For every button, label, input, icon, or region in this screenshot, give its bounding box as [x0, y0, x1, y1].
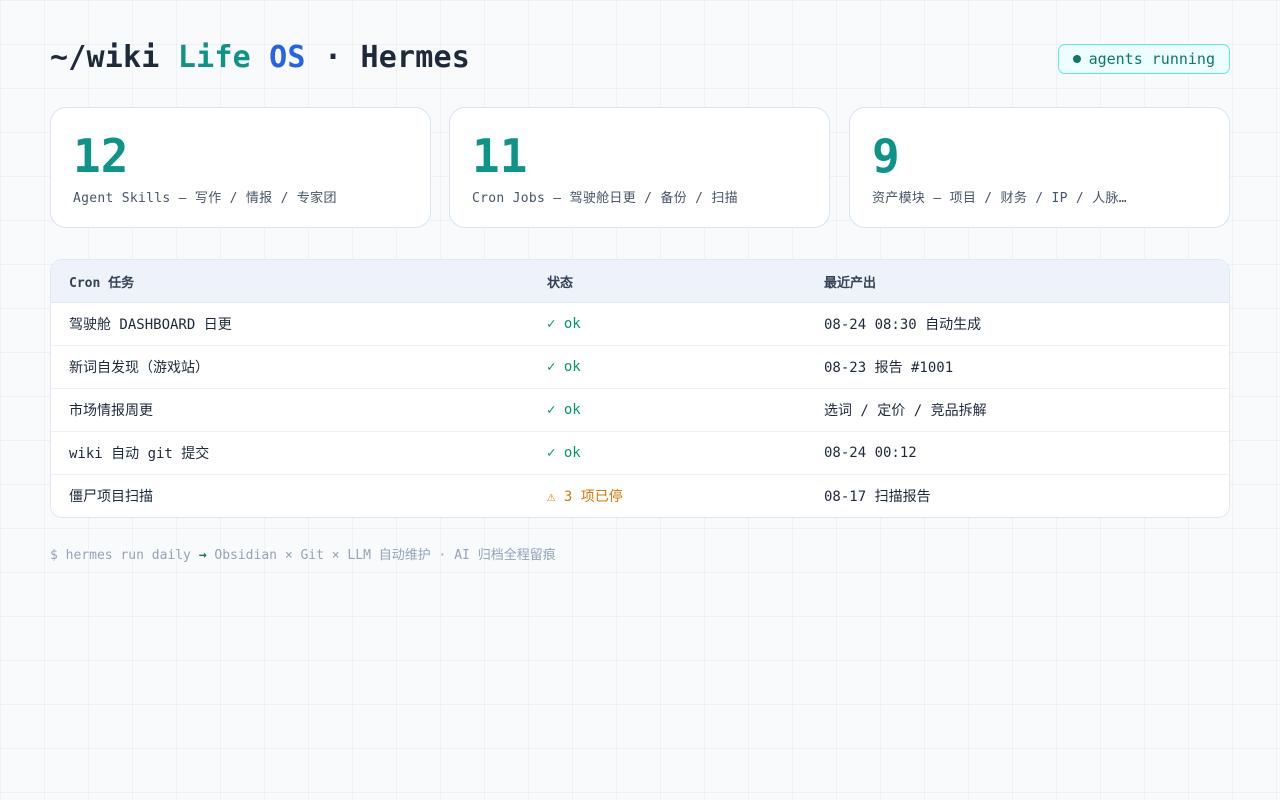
- stat-label: 资产模块 — 项目 / 财务 / IP / 人脉…: [872, 191, 1127, 206]
- title-space: [251, 40, 269, 75]
- status-cell: ⚠ 3 项已停: [547, 489, 623, 505]
- output-cell: 08-24 00:12: [806, 431, 1229, 475]
- table-row: 驾驶舱 DASHBOARD 日更 ✓ ok 08-24 08:30 自动生成: [51, 302, 1229, 346]
- header: ~/wiki Life OS · Hermes agents running: [50, 38, 1230, 82]
- column-header-output: 最近产出: [806, 260, 1229, 303]
- stat-label: Agent Skills — 写作 / 情报 / 专家团: [73, 191, 337, 206]
- status-cell: ✓ ok: [529, 345, 806, 389]
- stat-value: 12: [73, 129, 129, 183]
- cron-table: Cron 任务 状态 最近产出 驾驶舱 DASHBOARD 日更 ✓ ok 08…: [50, 259, 1230, 518]
- column-header-task: Cron 任务: [51, 260, 529, 303]
- table-row: 市场情报周更 ✓ ok 选词 / 定价 / 竞品拆解: [51, 388, 1229, 432]
- task-cell: 僵尸项目扫描: [69, 489, 153, 505]
- status-label: agents running: [1088, 50, 1215, 68]
- stat-value: 11: [472, 129, 528, 183]
- table-header-row: Cron 任务 状态 最近产出: [51, 260, 1229, 303]
- stat-value: 9: [872, 129, 900, 183]
- task-cell: 驾驶舱 DASHBOARD 日更: [51, 302, 529, 346]
- output-cell: 选词 / 定价 / 竞品拆解: [806, 388, 1229, 432]
- stat-card-assets: 9 资产模块 — 项目 / 财务 / IP / 人脉…: [849, 107, 1230, 228]
- output-cell: 08-23 报告 #1001: [806, 345, 1229, 389]
- stat-card-cron-jobs: 11 Cron Jobs — 驾驶舱日更 / 备份 / 扫描: [449, 107, 830, 228]
- table-row: 新词自发现（游戏站） ✓ ok 08-23 报告 #1001: [51, 345, 1229, 389]
- task-cell: 市场情报周更: [51, 388, 529, 432]
- title-life: Life: [177, 40, 251, 75]
- stat-cards: 12 Agent Skills — 写作 / 情报 / 专家团 11 Cron …: [50, 107, 1230, 228]
- task-cell: 新词自发现（游戏站）: [51, 345, 529, 389]
- table-row: wiki 自动 git 提交 ✓ ok 08-24 00:12: [51, 431, 1229, 475]
- output-cell: 08-17 扫描报告: [824, 489, 931, 505]
- column-header-status: 状态: [529, 260, 806, 303]
- stat-card-skills: 12 Agent Skills — 写作 / 情报 / 专家团: [50, 107, 431, 228]
- page-title: ~/wiki Life OS · Hermes: [50, 40, 470, 75]
- footer-prefix: $ hermes run daily: [50, 548, 199, 563]
- footer-suffix: Obsidian × Git × LLM 自动维护 · AI 归档全程留痕: [206, 548, 556, 563]
- table-row: 僵尸项目扫描 ⚠ 3 项已停 08-17 扫描报告: [51, 475, 1229, 518]
- title-os: OS: [269, 40, 306, 75]
- arrow-right-icon: →: [198, 548, 207, 563]
- status-dot-icon: [1072, 55, 1081, 63]
- footer-command: $ hermes run daily → Obsidian × Git × LL…: [50, 544, 556, 563]
- status-cell: ✓ ok: [529, 431, 806, 475]
- task-cell: wiki 自动 git 提交: [51, 431, 529, 475]
- status-cell: ✓ ok: [529, 302, 806, 346]
- status-badge: agents running: [1057, 44, 1230, 74]
- title-suffix: · Hermes: [305, 40, 471, 75]
- title-prefix: ~/wiki: [50, 40, 178, 75]
- stat-label: Cron Jobs — 驾驶舱日更 / 备份 / 扫描: [472, 191, 738, 206]
- status-cell: ✓ ok: [529, 388, 806, 432]
- output-cell: 08-24 08:30 自动生成: [806, 302, 1229, 346]
